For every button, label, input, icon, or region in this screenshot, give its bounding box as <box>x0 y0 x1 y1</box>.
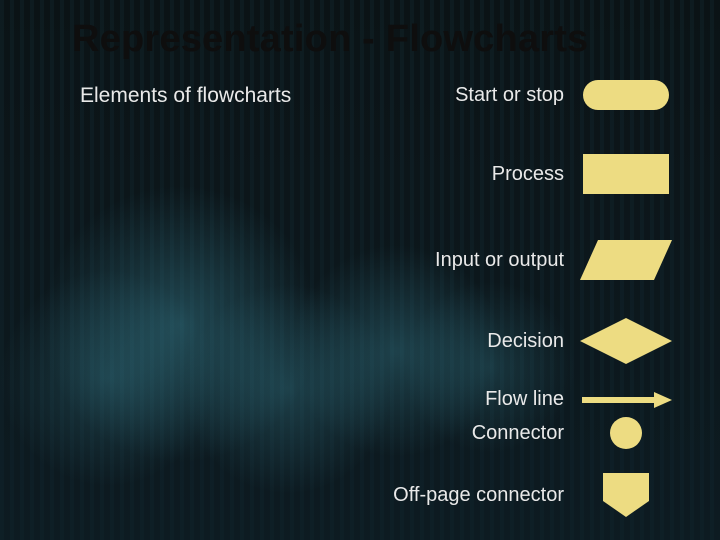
slide-subtitle: Elements of flowcharts <box>80 84 291 108</box>
legend-item-offpage: Off-page connector <box>284 471 674 519</box>
legend-label: Off-page connector <box>393 484 564 507</box>
legend-label: Connector <box>472 422 564 445</box>
circle-icon <box>578 417 674 449</box>
legend-item-decision: Decision <box>284 316 674 366</box>
slide-title: Representation - Flowcharts <box>72 18 588 61</box>
legend-label: Process <box>492 163 564 186</box>
terminal-icon <box>578 80 674 110</box>
legend-item-process: Process <box>284 154 674 194</box>
offpage-icon <box>578 471 674 519</box>
legend-label: Decision <box>487 330 564 353</box>
legend-list: Start or stop Process Input or output De… <box>284 72 674 519</box>
legend-label: Start or stop <box>455 84 564 107</box>
legend-item-flowline: Flow line <box>284 388 674 411</box>
legend-item-io: Input or output <box>284 238 674 282</box>
legend-label: Flow line <box>485 388 564 411</box>
legend-item-connector: Connector <box>284 417 674 449</box>
process-icon <box>578 154 674 194</box>
legend-item-terminal: Start or stop <box>284 80 674 110</box>
legend-label: Input or output <box>435 249 564 272</box>
arrow-icon <box>578 391 674 409</box>
diamond-icon <box>578 316 674 366</box>
parallelogram-icon <box>578 238 674 282</box>
